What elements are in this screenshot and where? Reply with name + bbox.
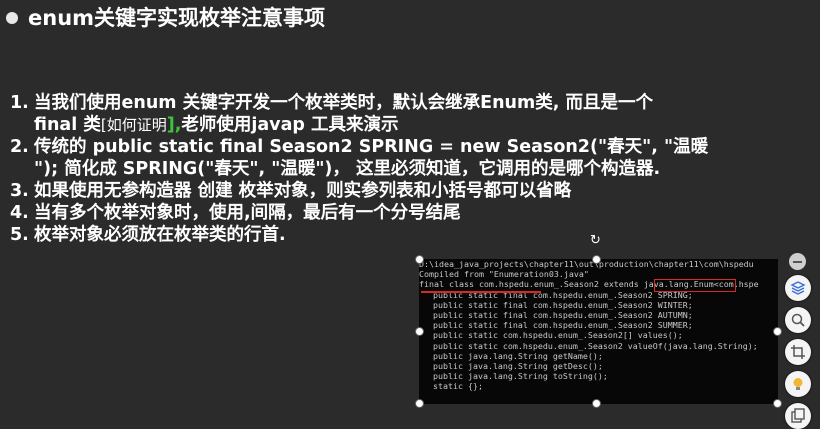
terminal-line: public static final com.hspedu.enum_.Sea… [433, 309, 693, 320]
copy-icon[interactable] [785, 403, 811, 429]
resize-handle[interactable] [592, 399, 601, 408]
enum-highlight-box [654, 279, 736, 292]
list-item-text-line2: "); 简化成 SPRING("春天", "温暖")， 这里必须知道，它调用的是… [34, 159, 661, 179]
list-item: 3. 如果使用无参构造器 创建 枚举对象，则实参列表和小括号都可以省略 [10, 180, 800, 202]
list-item-text: 枚举对象必须放在枚举类的行首. [34, 225, 286, 245]
image-toolbar [783, 249, 813, 429]
list-item: 5. 枚举对象必须放在枚举类的行首. [10, 224, 800, 246]
resize-handle[interactable] [415, 399, 424, 408]
terminal-line: public java.lang.String toString(); [433, 371, 608, 382]
list-item-text-line2: final 类[如何证明],老师使用javap 工具来演示 [34, 115, 399, 135]
terminal-line: static {}; [433, 381, 483, 392]
list-item-number: 2. [10, 137, 29, 157]
terminal-line: public static final com.hspedu.enum_.Sea… [433, 299, 693, 310]
resize-handle[interactable] [415, 327, 424, 336]
slide-title: enum关键字实现枚举注意事项 [28, 6, 326, 30]
terminal-line: public java.lang.String getDesc(); [433, 360, 603, 371]
rotate-handle-icon[interactable]: ↻ [589, 234, 602, 247]
lightbulb-icon[interactable] [785, 371, 811, 397]
notes-list: 1. 当我们使用enum 关键字开发一个枚举类时，默认会继承Enum类, 而且是… [10, 92, 800, 246]
terminal-line: public java.lang.String getName(); [433, 350, 603, 361]
list-item-number: 5. [10, 225, 29, 245]
zoom-icon[interactable] [785, 307, 811, 333]
list-item-number: 1. [10, 93, 29, 113]
terminal-line: public static com.hspedu.enum_.Season2[]… [433, 330, 683, 341]
list-item: 4. 当有多个枚举对象时，使用,间隔，最后有一个分号结尾 [10, 202, 800, 224]
list-item-number: 4. [10, 203, 29, 223]
javap-output-image[interactable]: D:\idea_java_projects\chapter11\out\prod… [419, 259, 778, 404]
list-item-text: 当有多个枚举对象时，使用,间隔，最后有一个分号结尾 [34, 203, 461, 223]
resize-handle[interactable] [773, 399, 782, 408]
first-line-underline [421, 291, 541, 293]
title-bullet [6, 12, 18, 24]
resize-handle[interactable] [415, 255, 424, 264]
resize-handle[interactable] [592, 255, 601, 264]
list-item-text: 如果使用无参构造器 创建 枚举对象，则实参列表和小括号都可以省略 [34, 181, 572, 201]
terminal-line: public static com.hspedu.enum_.Season2 v… [433, 340, 758, 351]
list-item-text: 当我们使用enum 关键字开发一个枚举类时，默认会继承Enum类, 而且是一个 [34, 93, 653, 113]
terminal-line: Compiled from "Enumeration03.java" [419, 269, 589, 280]
list-item: 1. 当我们使用enum 关键字开发一个枚举类时，默认会继承Enum类, 而且是… [10, 92, 800, 136]
crop-icon[interactable] [785, 339, 811, 365]
terminal-line: public static final com.hspedu.enum_.Sea… [433, 320, 693, 331]
list-item: 2. 传统的 public static final Season2 SPRIN… [10, 136, 800, 180]
resize-handle[interactable] [773, 327, 782, 336]
layers-icon[interactable] [785, 275, 811, 301]
list-item-text: 传统的 public static final Season2 SPRING =… [34, 137, 709, 157]
list-item-number: 3. [10, 181, 29, 201]
